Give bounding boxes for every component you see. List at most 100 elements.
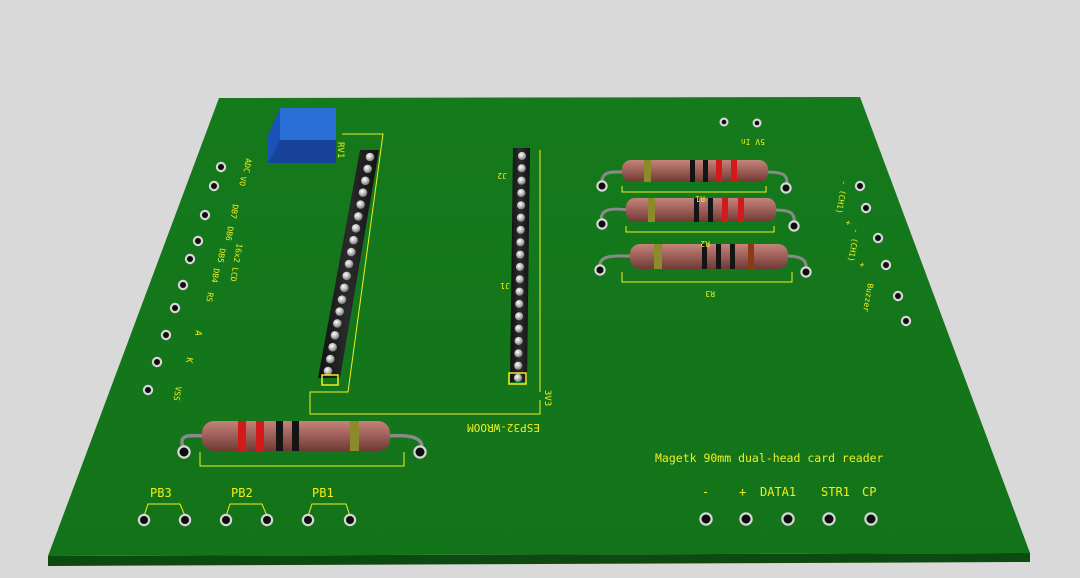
- pad-icon: [701, 514, 711, 524]
- pad-icon: [857, 183, 863, 189]
- pcb-board: [48, 97, 1030, 556]
- pad-icon: [145, 387, 151, 393]
- header-pin-icon: [515, 299, 524, 309]
- header-pin-icon: [514, 324, 523, 333]
- resistor-r2-label: R2: [700, 239, 710, 248]
- conn-label-data1: DATA1: [760, 485, 796, 499]
- pcb-scene: RV1 J2 J1 3V3 ESP32-WROOM R1 R2 R3 ADC V…: [48, 97, 1030, 566]
- header-pin-icon: [516, 213, 525, 222]
- header-pin-icon: [517, 201, 526, 210]
- svg-text:VO: VO: [237, 176, 248, 187]
- pad-icon: [163, 332, 169, 338]
- pad-icon: [598, 182, 606, 190]
- header-pin-icon: [333, 319, 342, 328]
- pad-icon: [180, 282, 186, 288]
- pad-icon: [181, 516, 189, 524]
- header-pin-icon: [340, 283, 349, 293]
- pad-icon: [598, 220, 606, 228]
- board-title: Magetk 90mm dual-head card reader: [655, 451, 884, 465]
- header-pin-icon: [514, 336, 523, 346]
- header-pin-icon: [517, 164, 526, 173]
- pad-icon: [415, 447, 425, 457]
- header-pin-icon: [515, 262, 525, 272]
- pad-icon: [783, 514, 793, 524]
- conn-label-minus: -: [702, 485, 709, 499]
- pad-icon: [741, 514, 751, 524]
- lcd-label-vo: VO: [237, 176, 248, 187]
- pad-icon: [802, 268, 810, 276]
- pad-icon: [782, 184, 790, 192]
- pad-icon: [172, 305, 178, 311]
- pad-icon: [883, 262, 889, 268]
- label-3v3: 3V3: [542, 390, 552, 406]
- pushbutton-pb3-label: PB3: [150, 486, 172, 500]
- pad-icon: [304, 516, 312, 524]
- header-pin-icon: [517, 151, 527, 161]
- pad-icon: [866, 514, 876, 524]
- pad-icon: [154, 359, 160, 365]
- svg-text:ESP32-WROOM: ESP32-WROOM: [467, 421, 540, 434]
- conn-label-str1: STR1: [821, 485, 850, 499]
- header-pin-icon: [347, 247, 356, 257]
- svg-text:RS: RS: [204, 292, 215, 303]
- pad-icon: [140, 516, 148, 524]
- pad-icon: [222, 516, 230, 524]
- header-pin-icon: [330, 331, 340, 340]
- svg-text:R1: R1: [695, 194, 705, 203]
- potentiometer-icon[interactable]: [268, 108, 336, 163]
- conn-label-cp: CP: [862, 485, 876, 499]
- svg-text:3V3: 3V3: [542, 390, 552, 406]
- header-pin-icon: [335, 307, 344, 316]
- pad-icon: [179, 447, 189, 457]
- pad-icon: [721, 119, 727, 125]
- lcd-label-rs: RS: [204, 292, 215, 303]
- svg-text:R3: R3: [705, 289, 715, 298]
- pot-label: RV1: [335, 142, 345, 158]
- header-pin-icon: [337, 295, 347, 304]
- header-pin-icon: [361, 176, 370, 186]
- svg-text:5V In: 5V In: [741, 137, 765, 146]
- pad-icon: [202, 212, 208, 218]
- header-pin-icon: [365, 152, 375, 162]
- pad-icon: [218, 164, 224, 170]
- pad-icon: [895, 293, 901, 299]
- svg-text:RV1: RV1: [335, 142, 345, 158]
- header-pin-icon: [513, 373, 523, 383]
- header-pin-icon: [515, 275, 524, 284]
- header-left-label-j1: J1: [500, 281, 510, 290]
- header-pin-icon: [323, 366, 333, 376]
- svg-text:J2: J2: [497, 171, 507, 180]
- header-pin-icon: [517, 176, 526, 185]
- header-pin-icon: [349, 235, 358, 245]
- resistor-r3-label: R3: [705, 289, 715, 298]
- pushbutton-pb1-label: PB1: [312, 486, 334, 500]
- header-pin-icon: [516, 225, 525, 235]
- pad-icon: [790, 222, 798, 230]
- header-pin-icon: [326, 354, 335, 364]
- label-5v-in: 5V In: [741, 137, 765, 146]
- svg-text:J1: J1: [500, 281, 510, 290]
- pad-icon: [824, 514, 834, 524]
- pushbutton-pb2-label: PB2: [231, 486, 253, 500]
- header-pin-icon: [514, 349, 523, 358]
- header-pin-icon: [328, 342, 337, 352]
- pad-icon: [263, 516, 271, 524]
- header-pin-icon: [516, 238, 525, 247]
- module-label: ESP32-WROOM: [467, 421, 540, 434]
- header-pin-icon: [356, 200, 365, 209]
- header-pin-icon: [354, 212, 363, 221]
- pad-icon: [903, 318, 909, 324]
- svg-text:R2: R2: [700, 239, 710, 248]
- header-pin-icon: [344, 259, 354, 269]
- pad-icon: [863, 205, 869, 211]
- header-pin-icon: [351, 224, 361, 233]
- header-pin-icon: [515, 312, 524, 321]
- conn-label-plus: +: [739, 485, 746, 499]
- header-pin-icon: [514, 361, 523, 370]
- header-pin-icon: [358, 188, 368, 197]
- header-left-label-top: J2: [497, 171, 507, 180]
- header-pin-icon: [516, 250, 525, 259]
- header-pin-icon: [342, 271, 351, 281]
- header-pin-icon: [515, 287, 524, 296]
- pad-icon: [875, 235, 881, 241]
